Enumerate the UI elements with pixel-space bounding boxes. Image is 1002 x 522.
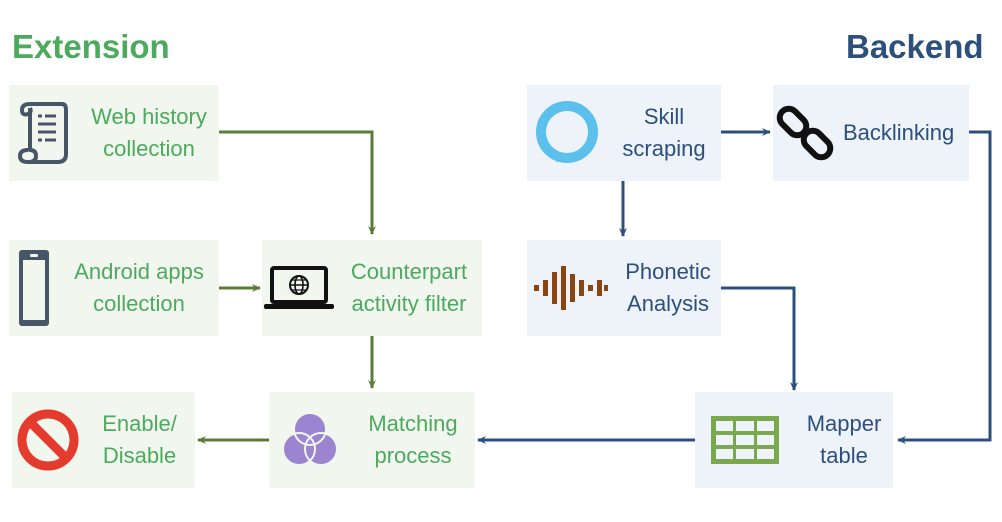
- alexa-ring-icon: [527, 100, 607, 166]
- prohibited-icon: [12, 408, 84, 472]
- table-grid-icon: [695, 416, 795, 464]
- soundwave-icon: [527, 266, 615, 310]
- node-label-line2: scraping: [622, 136, 706, 161]
- node-skill-scraping: Skill scraping: [527, 85, 721, 181]
- node-label-line2: Analysis: [627, 291, 709, 316]
- node-label-line1: Matching: [368, 411, 458, 436]
- node-label-line2: collection: [93, 291, 185, 316]
- node-label-line1: Mapper: [806, 411, 882, 436]
- edge-web-history-to-filter: [219, 130, 376, 235]
- node-label-line2: table: [820, 443, 868, 468]
- node-android-apps-collection: Android apps collection: [9, 240, 219, 336]
- node-label-line1: Skill: [643, 104, 685, 129]
- laptop-globe-icon: [262, 266, 336, 310]
- edge-phonetic-to-mapper: [721, 286, 798, 391]
- node-label-line1: Counterpart: [350, 259, 468, 284]
- node-label-line1: Enable/: [102, 411, 177, 436]
- scroll-icon: [9, 100, 79, 166]
- smartphone-icon: [9, 250, 59, 326]
- node-backlinking: Backlinking: [773, 85, 969, 181]
- node-matching-process: Matching process: [269, 392, 475, 488]
- venn-diagram-icon: [269, 410, 351, 470]
- node-label-line1: Android apps: [74, 259, 204, 284]
- node-label-line2: activity filter: [351, 291, 467, 316]
- node-label-line2: Disable: [102, 443, 177, 468]
- node-label-line2: process: [374, 443, 452, 468]
- node-label-line2: collection: [103, 136, 195, 161]
- node-counterpart-activity-filter: Counterpart activity filter: [262, 240, 482, 336]
- node-enable-disable: Enable/Disable: [12, 392, 195, 488]
- node-mapper-table: Mapper table: [695, 392, 893, 488]
- node-label-line1: Web history: [91, 104, 207, 129]
- node-label-line1: Backlinking: [843, 120, 955, 145]
- node-phonetic-analysis: Phonetic Analysis: [527, 240, 721, 336]
- node-label-line1: Phonetic: [625, 259, 711, 284]
- node-web-history-collection: Web history collection: [9, 85, 219, 181]
- chain-link-icon: [773, 103, 839, 163]
